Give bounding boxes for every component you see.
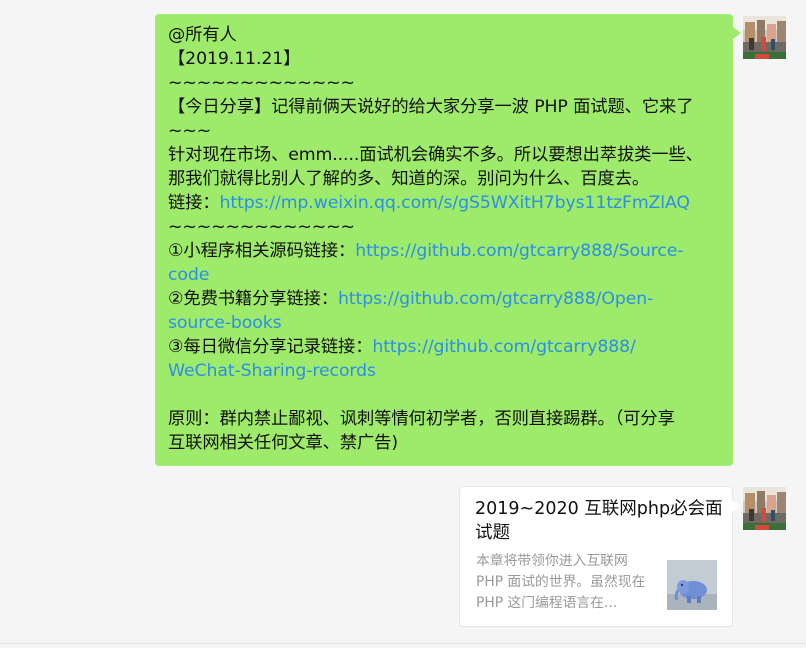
card-tail	[732, 500, 740, 512]
article-link[interactable]: https://mp.weixin.qq.com/s/gS5WXitH7bys1…	[220, 193, 690, 213]
message-line: @所有人	[168, 25, 237, 45]
input-area-divider	[0, 643, 806, 644]
text-message-bubble[interactable]: @所有人 【2019.11.21】 ~~~~~~~~~~~~~ 【今日分享】记得…	[155, 14, 741, 466]
link-label: ③每日微信分享记录链接：	[168, 337, 373, 357]
message-line: 【今日分享】记得前俩天说好的给大家分享一波 PHP 面试题、它来了	[168, 97, 694, 117]
message-line: WeChat-Sharing-records	[168, 359, 721, 383]
open-books-link-cont[interactable]: source-books	[168, 313, 282, 333]
user-avatar-photo-icon	[743, 16, 786, 59]
source-code-link[interactable]: https://github.com/gtcarry888/Source-	[355, 241, 683, 261]
message-line: ~~~	[168, 121, 212, 141]
source-code-link-cont[interactable]: code	[168, 265, 209, 285]
message-line: source-books	[168, 311, 721, 335]
user-avatar[interactable]	[743, 487, 786, 530]
message-line: 链接：https://mp.weixin.qq.com/s/gS5WXitH7b…	[168, 191, 721, 215]
bubble-tail	[733, 27, 741, 39]
user-avatar-photo-icon	[743, 487, 786, 530]
message-line: ②免费书籍分享链接：https://github.com/gtcarry888/…	[168, 287, 721, 311]
message-body: @所有人 【2019.11.21】 ~~~~~~~~~~~~~ 【今日分享】记得…	[168, 23, 721, 455]
card-title: 2019~2020 互联网php必会面试题	[475, 499, 723, 543]
user-avatar[interactable]	[743, 16, 786, 59]
message-line: 【2019.11.21】	[168, 49, 301, 69]
message-line: 互联网相关任何文章、禁广告)	[168, 433, 398, 453]
message-line: 针对现在市场、emm.....面试机会确实不多。所以要想出萃拔类一些、	[168, 145, 703, 165]
php-elephant-thumbnail-icon	[667, 560, 717, 610]
message-line: 那我们就得比别人了解的多、知道的深。别问为什么、百度去。	[168, 169, 650, 189]
link-card-message[interactable]: 2019~2020 互联网php必会面试题 本章将带领你进入互联网PHP 面试的…	[459, 486, 740, 627]
link-label: 链接：	[168, 193, 220, 213]
sharing-records-link[interactable]: https://github.com/gtcarry888/	[372, 337, 635, 357]
sharing-records-link-cont[interactable]: WeChat-Sharing-records	[168, 361, 376, 381]
link-label: ②免费书籍分享链接：	[168, 289, 339, 309]
message-line: ③每日微信分享记录链接：https://github.com/gtcarry88…	[168, 335, 721, 359]
open-books-link[interactable]: https://github.com/gtcarry888/Open-	[338, 289, 653, 309]
link-label: ①小程序相关源码链接：	[168, 241, 356, 261]
message-line: 原则：群内禁止鄙视、讽刺等情何初学者，否则直接踢群。（可分享	[168, 409, 675, 429]
message-line: ~~~~~~~~~~~~~	[168, 217, 355, 237]
message-line: ①小程序相关源码链接：https://github.com/gtcarry888…	[168, 239, 721, 263]
card-description: 本章将带领你进入互联网PHP 面试的世界。虽然现在 PHP 这门编程语言在...	[476, 553, 646, 611]
message-line: code	[168, 263, 721, 287]
message-line: ~~~~~~~~~~~~~	[168, 73, 355, 93]
